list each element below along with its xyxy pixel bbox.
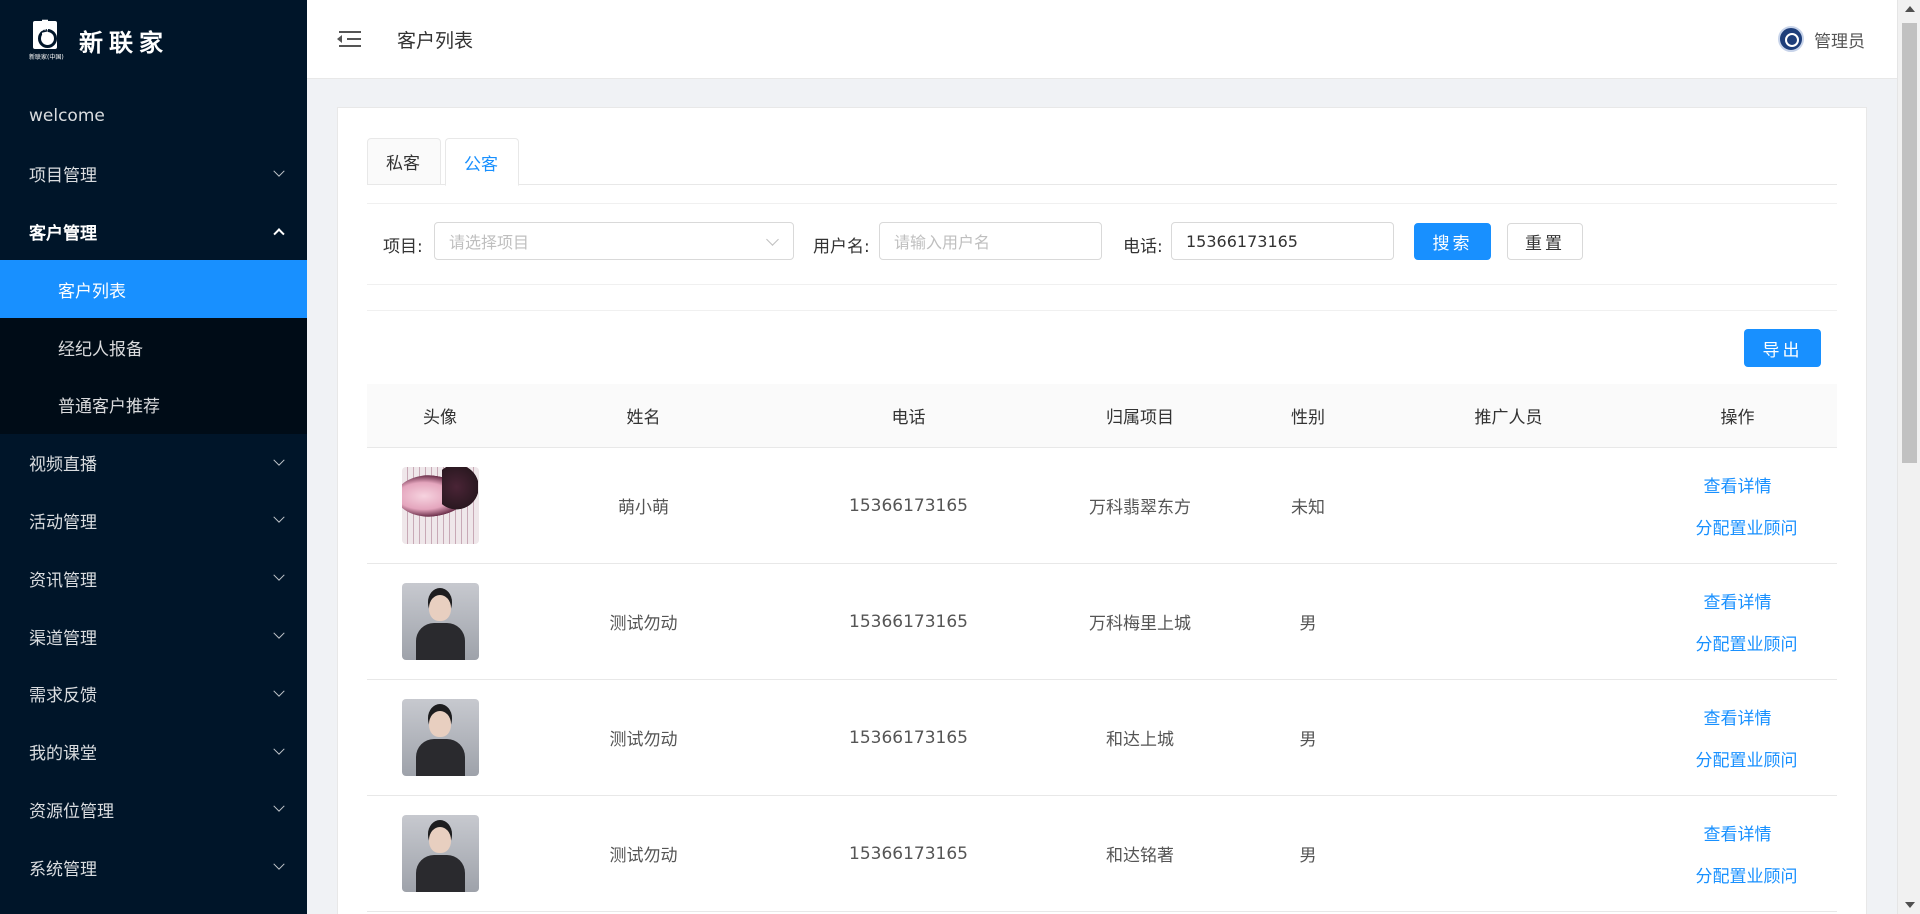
sidebar-item-channel-management[interactable]: 渠道管理 [0,607,307,665]
cell-project: 万科翡翠东方 [1089,498,1191,518]
cell-phone: 15366173165 [849,727,968,748]
col-phone: 电话 [891,408,926,428]
customer-avatar [401,467,479,544]
cell-gender: 男 [1299,730,1317,750]
sidebar: NEW 新联家(中国) 新联家 welcome 项目管理 客户管理 客户列表 经… [0,0,307,914]
col-actions: 操作 [1720,408,1755,428]
username-label: 用户名: [813,237,870,257]
divider [367,310,1837,311]
cell-name: 测试勿动 [609,730,678,750]
search-button[interactable]: 搜索 [1414,223,1491,260]
customer-avatar [401,815,479,892]
cell-gender: 未知 [1291,498,1325,518]
reset-button[interactable]: 重置 [1507,223,1583,260]
cell-phone: 15366173165 [849,843,968,864]
export-button[interactable]: 导出 [1744,329,1821,367]
phone-input[interactable]: 15366173165 [1171,222,1394,260]
menu-fold-icon[interactable] [337,29,361,49]
user-name: 管理员 [1814,31,1865,52]
table-row: 测试勿动 15366173165 和达上城 男 查看详情 分配置业顾问 [367,680,1837,796]
sidebar-submenu-customer: 客户列表 经纪人报备 普通客户推荐 [0,260,307,434]
sidebar-item-my-classroom[interactable]: 我的课堂 [0,723,307,781]
col-gender: 性别 [1291,408,1325,428]
cell-gender: 男 [1299,614,1317,634]
logo: NEW 新联家(中国) 新联家 [0,0,307,80]
sidebar-item-project-management[interactable]: 项目管理 [0,145,307,203]
sidebar-item-feedback[interactable]: 需求反馈 [0,665,307,723]
cell-phone: 15366173165 [849,611,968,632]
logo-icon: NEW 新联家(中国) [29,19,64,61]
assign-consultant-link[interactable]: 分配置业顾问 [1696,746,1798,771]
chevron-down-icon [273,743,285,755]
phone-label: 电话: [1123,237,1163,257]
col-name: 姓名 [626,408,661,428]
cell-project: 万科梅里上城 [1089,614,1191,634]
table-header: 头像 姓名 电话 归属项目 性别 推广人员 操作 [367,384,1837,448]
search-form: 项目: 请选择项目 用户名: 请输入用户名 电话: 15366173165 搜索… [367,203,1837,285]
sidebar-subitem-customer-referral[interactable]: 普通客户推荐 [0,376,307,434]
col-promoter: 推广人员 [1474,408,1543,428]
customer-table: 头像 姓名 电话 归属项目 性别 推广人员 操作 萌小萌 15366173165… [367,384,1837,912]
sidebar-item-welcome[interactable]: welcome [0,87,307,145]
sidebar-item-system-management[interactable]: 系统管理 [0,838,307,896]
col-project: 归属项目 [1106,408,1174,428]
chevron-down-icon [273,858,285,871]
user-menu[interactable]: 管理员 [1778,26,1865,52]
top-header: 客户列表 管理员 [307,0,1897,79]
chevron-down-icon [273,454,285,466]
assign-consultant-link[interactable]: 分配置业顾问 [1696,862,1798,887]
chevron-down-icon [273,800,285,813]
cell-project: 和达铭著 [1106,846,1174,866]
table-row: 测试勿动 15366173165 万科梅里上城 男 查看详情 分配置业顾问 [367,564,1837,680]
scroll-up-icon[interactable] [1905,6,1915,12]
sidebar-subitem-broker-report[interactable]: 经纪人报备 [0,318,307,376]
table-row: 萌小萌 15366173165 万科翡翠东方 未知 查看详情 分配置业顾问 [367,448,1837,564]
sidebar-item-activity-management[interactable]: 活动管理 [0,492,307,550]
tab-private[interactable]: 私客 [367,138,441,185]
project-select[interactable]: 请选择项目 [434,222,794,260]
customer-tabs: 私客 公客 [367,138,1837,186]
project-label: 项目: [383,237,423,257]
scroll-thumb[interactable] [1902,23,1917,463]
sidebar-item-customer-management[interactable]: 客户管理 [0,203,307,261]
view-detail-link[interactable]: 查看详情 [1704,472,1772,497]
cell-phone: 15366173165 [849,495,968,516]
scroll-down-icon[interactable] [1905,902,1915,908]
sidebar-item-live-video[interactable]: 视频直播 [0,434,307,492]
chevron-up-icon [273,228,285,240]
chevron-down-icon [273,511,285,524]
content-card: 私客 公客 项目: 请选择项目 用户名: 请输入用户名 电话: 15366173… [337,107,1867,914]
avatar [1778,26,1804,52]
customer-avatar [401,583,479,660]
table-row: 测试勿动 15366173165 和达铭著 男 查看详情 分配置业顾问 [367,796,1837,912]
logo-text: 新联家 [79,28,169,57]
tab-public[interactable]: 公客 [445,138,519,186]
customer-avatar [401,699,479,776]
chevron-down-icon [273,627,285,639]
chevron-down-icon [273,165,285,177]
sidebar-subitem-customer-list[interactable]: 客户列表 [0,260,307,319]
sidebar-item-resource-slots[interactable]: 资源位管理 [0,781,307,839]
view-detail-link[interactable]: 查看详情 [1704,704,1772,729]
chevron-down-icon [766,233,779,246]
view-detail-link[interactable]: 查看详情 [1704,588,1772,613]
sidebar-menu: welcome 项目管理 客户管理 客户列表 经纪人报备 普通客户推荐 视频直播… [0,87,307,896]
page-title: 客户列表 [397,29,474,52]
page-scrollbar[interactable] [1897,0,1920,914]
view-detail-link[interactable]: 查看详情 [1704,820,1772,845]
assign-consultant-link[interactable]: 分配置业顾问 [1696,514,1798,539]
col-avatar: 头像 [423,408,457,428]
chevron-down-icon [273,685,285,697]
sidebar-item-news-management[interactable]: 资讯管理 [0,549,307,607]
chevron-down-icon [273,569,285,582]
cell-gender: 男 [1299,846,1317,866]
cell-project: 和达上城 [1106,730,1174,750]
assign-consultant-link[interactable]: 分配置业顾问 [1696,630,1798,655]
cell-name: 测试勿动 [609,614,678,634]
cell-name: 测试勿动 [609,846,678,866]
username-input[interactable]: 请输入用户名 [879,222,1102,260]
cell-name: 萌小萌 [618,498,669,518]
